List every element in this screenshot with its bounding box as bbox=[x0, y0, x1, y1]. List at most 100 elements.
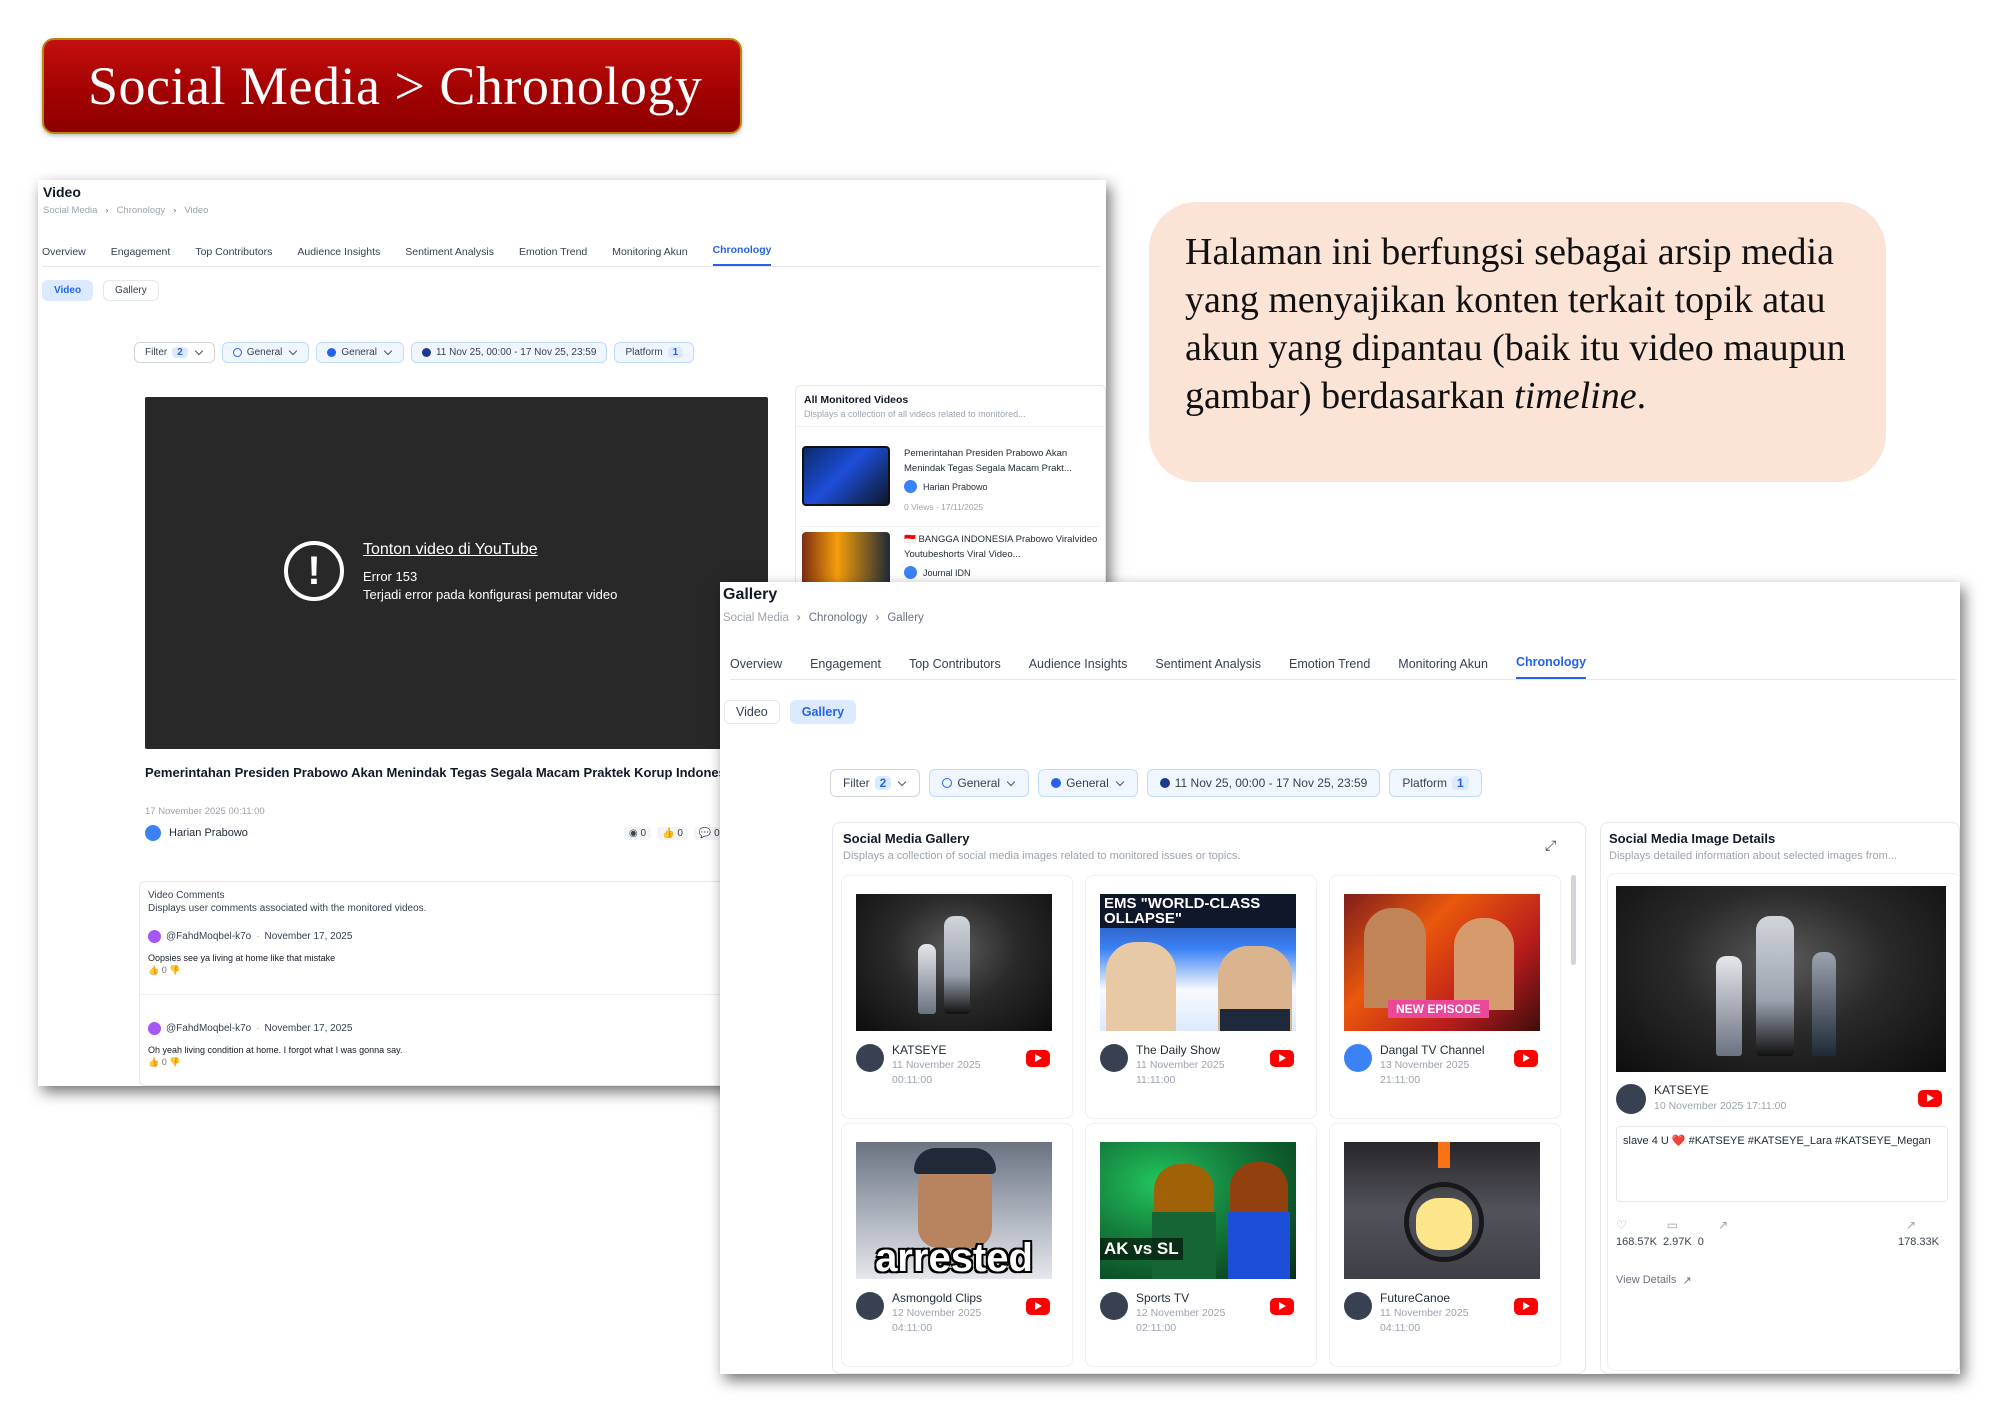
youtube-icon bbox=[1026, 1050, 1050, 1067]
general-dropdown-2[interactable]: General bbox=[1038, 769, 1138, 797]
general-dropdown-1[interactable]: General bbox=[929, 769, 1030, 797]
views-stat: ◉ 0 bbox=[624, 827, 652, 840]
thumbnail-caption: arrested bbox=[875, 1236, 1033, 1279]
sub-tabs: Video Gallery bbox=[724, 700, 857, 724]
platform-filter[interactable]: Platform 1 bbox=[1389, 769, 1482, 797]
tab-sentiment-analysis[interactable]: Sentiment Analysis bbox=[405, 246, 494, 266]
gallery-card[interactable]: NEW EPISODE Dangal TV Channel 13 Novembe… bbox=[1329, 875, 1561, 1119]
subtab-video[interactable]: Video bbox=[724, 700, 780, 724]
tab-top-contributors[interactable]: Top Contributors bbox=[909, 657, 1001, 679]
breadcrumb-item[interactable]: Chronology bbox=[809, 612, 868, 624]
chevron-down-icon bbox=[1006, 777, 1016, 786]
video-thumbnail bbox=[802, 446, 890, 506]
tab-monitoring-akun[interactable]: Monitoring Akun bbox=[1398, 657, 1488, 679]
tab-sentiment-analysis[interactable]: Sentiment Analysis bbox=[1155, 657, 1261, 679]
list-item-channel: Journal IDN bbox=[904, 566, 971, 579]
expand-icon[interactable]: ⤢ bbox=[1545, 837, 1556, 854]
clock-icon bbox=[421, 348, 431, 357]
avatar bbox=[856, 1044, 884, 1072]
tab-audience-insights[interactable]: Audience Insights bbox=[1029, 657, 1128, 679]
gallery-card[interactable]: FutureCanoe 11 November 2025 04:11:00 bbox=[1329, 1123, 1561, 1367]
comment-user[interactable]: @FahdMoqbel-k7o bbox=[166, 931, 251, 942]
filter-button[interactable]: Filter 2 bbox=[830, 769, 921, 797]
tab-engagement[interactable]: Engagement bbox=[810, 657, 881, 679]
general-dropdown-2[interactable]: General bbox=[316, 342, 404, 363]
globe-icon bbox=[942, 778, 953, 788]
date-range-picker[interactable]: 11 Nov 25, 00:00 - 17 Nov 25, 23:59 bbox=[410, 342, 608, 363]
tab-audience-insights[interactable]: Audience Insights bbox=[297, 246, 380, 266]
card-date: 13 November 2025 21:11:00 bbox=[1380, 1059, 1470, 1086]
tab-emotion-trend[interactable]: Emotion Trend bbox=[1289, 657, 1370, 679]
eye-icon: ◉ bbox=[629, 828, 638, 839]
tab-emotion-trend[interactable]: Emotion Trend bbox=[519, 246, 587, 266]
comment-item: @FahdMoqbel-k7o · November 17, 2025 Oopsie… bbox=[148, 930, 768, 976]
panel-title: Social Media Image Details bbox=[1609, 831, 1776, 846]
comments-count: 2.97K bbox=[1662, 1236, 1692, 1248]
card-channel-name: FutureCanoe bbox=[1380, 1291, 1451, 1305]
list-item-title: 🇮🇩 BANGGA INDONESIA Prabowo Viralvideo Y… bbox=[904, 534, 1098, 560]
comment-likes[interactable]: 👍 0 👎 bbox=[148, 1057, 768, 1068]
error-message: Terjadi error pada konfigurasi pemutar v… bbox=[363, 587, 618, 602]
card-channel-name: Dangal TV Channel bbox=[1380, 1043, 1485, 1057]
video-player[interactable]: ! Tonton video di YouTube Error 153 Terj… bbox=[145, 397, 768, 749]
chevron-down-icon bbox=[289, 346, 298, 356]
clock-icon bbox=[1159, 778, 1170, 788]
breadcrumb: Social Media › Chronology › Video bbox=[43, 205, 209, 216]
tab-chronology[interactable]: Chronology bbox=[1515, 655, 1587, 679]
panel-subtitle: Displays user comments associated with t… bbox=[148, 903, 427, 914]
list-item[interactable]: Pemerintahan Presiden Prabowo Akan Menin… bbox=[802, 446, 1102, 526]
tab-top-contributors[interactable]: Top Contributors bbox=[195, 246, 272, 266]
general-dropdown-1[interactable]: General bbox=[221, 342, 310, 363]
gallery-thumbnail: arrested bbox=[856, 1142, 1052, 1279]
youtube-icon bbox=[1514, 1050, 1538, 1067]
avatar bbox=[1344, 1044, 1372, 1072]
likes-stat[interactable]: 👍 0 bbox=[657, 827, 688, 840]
watch-on-youtube-link[interactable]: Tonton video di YouTube bbox=[363, 541, 538, 559]
gallery-card[interactable]: arrested Asmongold Clips 12 November 202… bbox=[841, 1123, 1073, 1367]
sub-tabs: Video Gallery bbox=[42, 280, 159, 301]
gallery-card[interactable]: EMS "WORLD-CLASS OLLAPSE" The Daily Show… bbox=[1085, 875, 1317, 1119]
card-date: 11 November 2025 04:11:00 bbox=[1380, 1307, 1469, 1334]
avatar bbox=[856, 1292, 884, 1320]
avatar bbox=[1100, 1292, 1128, 1320]
breadcrumb-item: Video bbox=[184, 205, 209, 216]
detail-image[interactable] bbox=[1616, 886, 1946, 1072]
gallery-page-screenshot: Gallery Social Media › Chronology › Galler… bbox=[720, 582, 1960, 1374]
gallery-card[interactable]: KATSEYE 11 November 2025 00:11:00 bbox=[841, 875, 1073, 1119]
panel-title: Video Comments bbox=[148, 890, 225, 901]
gallery-thumbnail bbox=[856, 894, 1052, 1031]
youtube-icon bbox=[1270, 1298, 1294, 1315]
breadcrumb-item[interactable]: Social Media bbox=[43, 205, 97, 216]
filter-bar: Filter 2 General General 11 Nov 25, 00:00… bbox=[830, 769, 1482, 797]
avatar bbox=[1344, 1292, 1372, 1320]
comment-likes[interactable]: 👍 0 👎 bbox=[148, 965, 768, 976]
tab-engagement[interactable]: Engagement bbox=[111, 246, 171, 266]
subtab-video[interactable]: Video bbox=[42, 280, 94, 301]
breadcrumb-item[interactable]: Social Media bbox=[723, 612, 789, 624]
share-icon: ↗ bbox=[1718, 1218, 1729, 1232]
avatar bbox=[148, 1022, 161, 1035]
gallery-card[interactable]: AK vs SL Sports TV 12 November 2025 02:11… bbox=[1085, 1123, 1317, 1367]
tab-overview[interactable]: Overview bbox=[42, 246, 86, 266]
breadcrumb-item[interactable]: Chronology bbox=[117, 205, 166, 216]
subtab-gallery[interactable]: Gallery bbox=[103, 280, 159, 301]
comment-user[interactable]: @FahdMoqbel-k7o bbox=[166, 1023, 251, 1034]
avatar bbox=[1616, 1084, 1646, 1114]
list-item-title: Pemerintahan Presiden Prabowo Akan Menin… bbox=[904, 448, 1072, 474]
tab-chronology[interactable]: Chronology bbox=[712, 244, 772, 266]
card-channel-name: Asmongold Clips bbox=[892, 1291, 983, 1305]
subtab-gallery[interactable]: Gallery bbox=[789, 700, 857, 724]
tab-overview[interactable]: Overview bbox=[730, 657, 782, 679]
gallery-scrollbar[interactable] bbox=[1571, 875, 1576, 965]
date-range-picker[interactable]: 11 Nov 25, 00:00 - 17 Nov 25, 23:59 bbox=[1146, 769, 1381, 797]
tab-monitoring-akun[interactable]: Monitoring Akun bbox=[612, 246, 687, 266]
globe-icon bbox=[1051, 778, 1062, 788]
video-date: 17 November 2025 00:11:00 bbox=[145, 806, 265, 817]
view-details-link[interactable]: View Details ↗ bbox=[1616, 1274, 1692, 1287]
filter-button[interactable]: Filter 2 bbox=[134, 342, 215, 363]
trend-count: 178.33K bbox=[1898, 1236, 1939, 1248]
list-item-stats: 0 Views · 17/11/2025 bbox=[904, 502, 984, 512]
image-details-panel: Social Media Image Details Displays deta… bbox=[1600, 822, 1960, 1374]
platform-filter[interactable]: Platform 1 bbox=[614, 342, 695, 363]
heart-icon: ♡ bbox=[1616, 1218, 1627, 1232]
